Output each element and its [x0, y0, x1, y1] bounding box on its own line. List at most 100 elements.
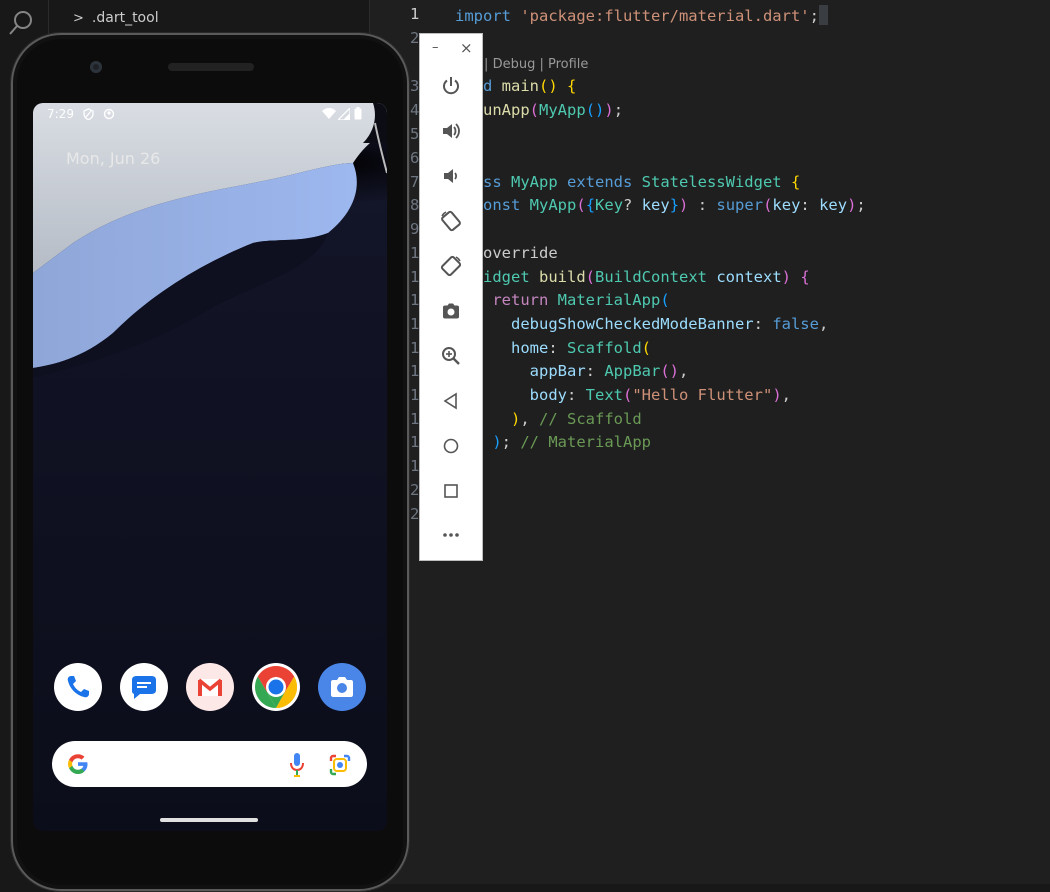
phone-app-icon[interactable]	[54, 663, 102, 711]
code-token: 'package:flutter/material.dart'	[520, 7, 810, 25]
code-token: :	[688, 196, 717, 214]
code-token: super	[716, 196, 764, 214]
code-token: :	[753, 315, 773, 333]
code-token: ,	[679, 362, 689, 380]
earpiece-speaker	[168, 63, 254, 71]
camera-app-icon[interactable]	[318, 663, 366, 711]
front-camera	[90, 61, 102, 73]
line-number: 5	[410, 125, 420, 143]
code-token: :	[566, 386, 586, 404]
more-button[interactable]	[436, 520, 466, 550]
code-token: (	[529, 101, 540, 119]
chrome-app-icon[interactable]	[252, 663, 300, 711]
google-lens-icon[interactable]	[328, 753, 352, 781]
code-token: main	[501, 77, 539, 95]
google-search-bar[interactable]	[52, 741, 367, 787]
volume-up-icon	[443, 123, 460, 139]
gesture-nav-handle[interactable]	[160, 818, 258, 822]
overview-button[interactable]	[436, 476, 466, 506]
code-token: ()	[660, 362, 679, 380]
code-token: MyApp	[511, 173, 567, 191]
line-number: 8	[410, 196, 420, 214]
rotate-right-button[interactable]	[436, 251, 466, 281]
code-token: ()	[585, 101, 605, 119]
code-token: (	[622, 386, 633, 404]
more-icon	[443, 533, 459, 537]
code-token: ;	[856, 196, 866, 214]
minimize-button[interactable]: –	[432, 40, 439, 55]
code-token: )	[511, 410, 521, 428]
code-text: const MyApp({Key? key}) : super(key: key…	[455, 196, 866, 214]
search-icon[interactable]	[6, 8, 36, 44]
code-text: body: Text("Hello Flutter"),	[455, 386, 791, 404]
code-token: )	[604, 101, 614, 119]
volume-down-icon	[444, 169, 458, 183]
overview-icon	[444, 484, 458, 498]
code-token: body	[529, 386, 567, 404]
line-number: 4	[410, 101, 420, 119]
chevron-right-icon: >	[73, 11, 84, 26]
code-token: ,	[818, 315, 829, 333]
code-text: Widget build(BuildContext context) {	[455, 268, 810, 286]
tree-item-dart-tool[interactable]: > .dart_tool	[73, 10, 159, 26]
code-text: import 'package:flutter/material.dart';	[455, 5, 828, 25]
code-token: import	[455, 7, 521, 25]
zoom-icon	[442, 347, 460, 365]
power-icon	[443, 77, 459, 95]
code-token: false	[772, 315, 819, 333]
phone-screen[interactable]: 7:29 Mon, Jun 26	[33, 103, 387, 831]
line-number: 2	[410, 29, 420, 47]
code-token: ,	[781, 386, 791, 404]
code-token: AppBar	[604, 362, 661, 380]
code-token: @override	[473, 244, 558, 262]
code-token: }	[669, 196, 680, 214]
code-token: build	[539, 268, 586, 286]
code-token: {	[800, 268, 810, 286]
code-token: "Hello Flutter"	[632, 386, 773, 404]
volume-down-button[interactable]	[436, 161, 466, 191]
volume-up-button[interactable]	[436, 116, 466, 146]
code-text: return MaterialApp(	[455, 291, 670, 309]
emulator-phone-frame: 7:29 Mon, Jun 26	[11, 33, 409, 891]
code-token: Widget	[473, 268, 539, 286]
code-token: (	[660, 291, 670, 309]
line-number: 7	[410, 173, 420, 191]
code-text: appBar: AppBar(),	[455, 362, 689, 380]
code-token: BuildContext	[595, 268, 717, 286]
back-icon	[443, 392, 457, 410]
code-token: )	[492, 433, 502, 451]
microphone-icon[interactable]	[289, 752, 305, 782]
zoom-button[interactable]	[436, 341, 466, 371]
gmail-app-icon[interactable]	[186, 663, 234, 711]
text-cursor	[818, 5, 828, 25]
back-button[interactable]	[436, 386, 466, 416]
tree-item-label: .dart_tool	[91, 10, 159, 26]
line-number: 1	[410, 5, 420, 23]
close-button[interactable]: ×	[460, 39, 473, 57]
code-token: ,	[520, 410, 540, 428]
code-token: debugShowCheckedModeBanner	[511, 315, 754, 333]
code-token: ;	[501, 433, 521, 451]
home-date[interactable]: Mon, Jun 26	[66, 149, 160, 168]
messages-app-icon[interactable]	[120, 663, 168, 711]
code-token: {	[790, 173, 801, 191]
screenshot-button[interactable]	[436, 296, 466, 326]
line-number: 3	[410, 77, 420, 95]
code-token: )	[781, 268, 801, 286]
code-token: Key	[595, 196, 624, 214]
line-number: 9	[410, 220, 420, 238]
code-token: return	[492, 291, 558, 309]
home-button[interactable]	[436, 431, 466, 461]
code-token: )	[679, 196, 689, 214]
shield-icon	[83, 108, 94, 123]
line-number: 6	[410, 149, 420, 167]
power-button[interactable]	[436, 71, 466, 101]
rotate-left-button[interactable]	[436, 206, 466, 236]
code-text: class MyApp extends StatelessWidget {	[455, 173, 800, 191]
code-token: {	[585, 196, 596, 214]
code-token: key	[641, 196, 670, 214]
code-token: key	[772, 196, 801, 214]
code-text: ); // MaterialApp	[455, 433, 651, 451]
code-line[interactable]: 1 import 'package:flutter/material.dart';	[370, 5, 1050, 29]
code-token: (	[576, 196, 586, 214]
